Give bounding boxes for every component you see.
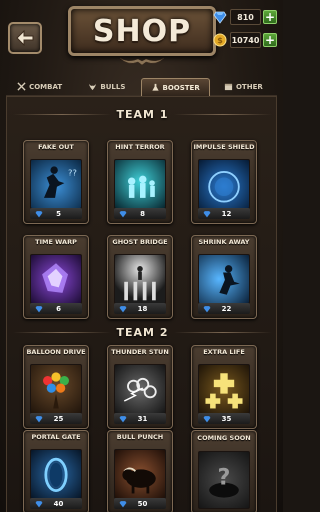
booster-card-balloon-drive[interactable]: BALLOON DRIVE 25 xyxy=(23,345,89,429)
price-tag: 40 xyxy=(30,498,82,509)
gem-icon xyxy=(35,305,43,312)
booster-card-ghost-bridge[interactable]: GHOST BRIDGE 18 xyxy=(107,235,173,319)
gem-icon xyxy=(119,500,127,507)
tab-label: COMBAT xyxy=(29,82,63,91)
title-plank: SHOP xyxy=(68,6,216,56)
add-coins-button[interactable]: + xyxy=(263,33,277,47)
shrink-away-image xyxy=(198,254,250,304)
booster-card-impulse-shield[interactable]: IMPULSE SHIELD 12 xyxy=(191,140,257,224)
gem-count: 810 xyxy=(230,9,261,25)
gem-icon xyxy=(35,210,43,217)
gem-icon xyxy=(35,415,43,422)
coin-balance: $ 10740 + xyxy=(213,31,277,49)
category-tabs: COMBAT BULLS BOOSTER OTHER xyxy=(6,78,277,96)
gem-icon xyxy=(119,305,127,312)
tab-booster[interactable]: BOOSTER xyxy=(140,78,210,96)
price-tag: 31 xyxy=(114,413,166,424)
price-value: 8 xyxy=(140,209,145,218)
booster-card-thunder-stun[interactable]: THUNDER STUN 31 xyxy=(107,345,173,429)
chest-icon xyxy=(224,83,233,91)
price-value: 50 xyxy=(137,499,148,508)
price-tag: 50 xyxy=(114,498,166,509)
gem-icon xyxy=(203,305,211,312)
booster-card-bull-punch[interactable]: BULL PUNCH 50 xyxy=(107,430,173,512)
header: SHOP 810 + $ 10740 + xyxy=(0,0,283,72)
price-value: 31 xyxy=(137,414,148,423)
balloon-drive-image xyxy=(30,364,82,414)
price-value: 25 xyxy=(53,414,64,423)
coin-count: 10740 xyxy=(230,32,261,48)
booster-panel: TEAM 1 FAKE OUT ?? 5 HINT TERROR 8 IMPUL… xyxy=(6,96,277,512)
section-header-team-1: TEAM 1 xyxy=(7,105,278,123)
price-value: 40 xyxy=(53,499,64,508)
section-title: TEAM 1 xyxy=(116,107,169,121)
booster-card-shrink-away[interactable]: SHRINK AWAY 22 xyxy=(191,235,257,319)
booster-card-hint-terror[interactable]: HINT TERROR 8 xyxy=(107,140,173,224)
gem-icon xyxy=(119,210,127,217)
potion-icon xyxy=(151,83,159,91)
fake-out-image: ?? xyxy=(30,159,82,209)
price-value: 12 xyxy=(221,209,232,218)
extra-life-image xyxy=(198,364,250,414)
price-tag: 25 xyxy=(30,413,82,424)
section-title: TEAM 2 xyxy=(116,325,169,339)
gem-icon xyxy=(203,415,211,422)
hint-terror-image xyxy=(114,159,166,209)
price-value: 5 xyxy=(56,209,61,218)
tab-label: BOOSTER xyxy=(162,83,200,92)
bull-horns-icon xyxy=(119,57,165,66)
coin-icon: $ xyxy=(213,33,227,47)
ghost-bridge-image xyxy=(114,254,166,304)
section-header-team-2: TEAM 2 xyxy=(7,323,278,341)
booster-card-time-warp[interactable]: TIME WARP 6 xyxy=(23,235,89,319)
tab-other[interactable]: OTHER xyxy=(209,78,277,96)
back-button[interactable] xyxy=(8,22,42,54)
gem-icon xyxy=(213,11,227,24)
thunder-stun-image xyxy=(114,364,166,414)
bull-icon xyxy=(89,83,97,91)
price-tag: 12 xyxy=(198,208,250,219)
price-value: 22 xyxy=(221,304,232,313)
price-tag: 35 xyxy=(198,413,250,424)
bull-punch-image xyxy=(114,449,166,499)
page-title: SHOP xyxy=(92,13,192,49)
portal-gate-image xyxy=(30,449,82,499)
price-tag: 6 xyxy=(30,303,82,314)
gem-icon xyxy=(203,210,211,217)
booster-card-fake-out[interactable]: FAKE OUT ?? 5 xyxy=(23,140,89,224)
tab-combat[interactable]: COMBAT xyxy=(6,78,74,96)
price-tag: 22 xyxy=(198,303,250,314)
booster-card-extra-life[interactable]: EXTRA LIFE 35 xyxy=(191,345,257,429)
tab-bulls[interactable]: BULLS xyxy=(73,78,141,96)
svg-text:??: ?? xyxy=(68,168,77,178)
svg-text:?: ? xyxy=(218,465,231,491)
arrow-left-icon xyxy=(16,30,34,46)
price-value: 6 xyxy=(56,304,61,313)
price-tag: 18 xyxy=(114,303,166,314)
locked-image: ? xyxy=(198,451,250,509)
add-gems-button[interactable]: + xyxy=(263,10,277,24)
gem-icon xyxy=(119,415,127,422)
price-tag: 8 xyxy=(114,208,166,219)
time-warp-image xyxy=(30,254,82,304)
booster-card-coming-soon: COMING SOON ? xyxy=(191,430,257,512)
booster-card-portal-gate[interactable]: PORTAL GATE 40 xyxy=(23,430,89,512)
tab-label: BULLS xyxy=(100,82,126,91)
gem-icon xyxy=(35,500,43,507)
swords-icon xyxy=(17,82,26,91)
gem-balance: 810 + xyxy=(213,8,277,26)
impulse-shield-image xyxy=(198,159,250,209)
tab-label: OTHER xyxy=(235,82,263,91)
price-value: 35 xyxy=(221,414,232,423)
price-tag: 5 xyxy=(30,208,82,219)
price-value: 18 xyxy=(137,304,148,313)
svg-text:$: $ xyxy=(217,36,223,45)
